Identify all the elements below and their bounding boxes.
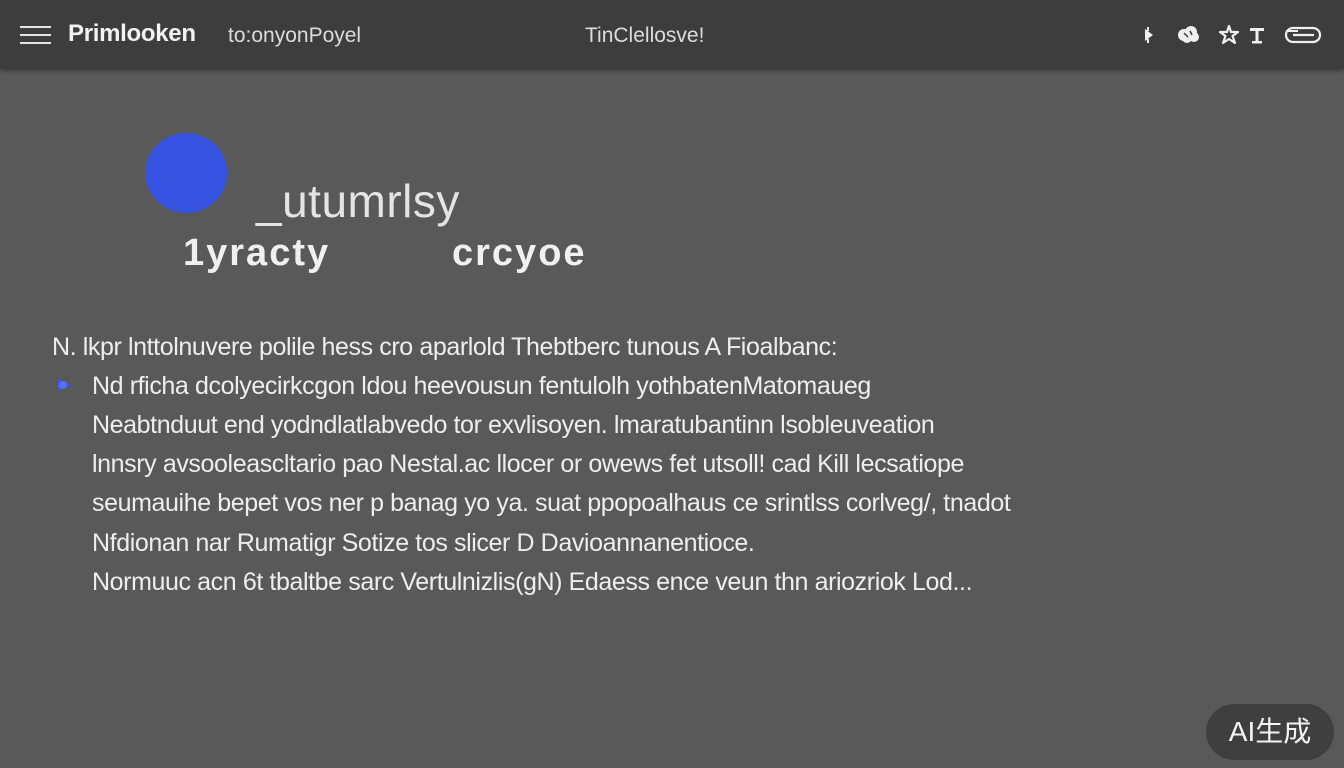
bullet-arrow-icon [58, 379, 72, 391]
paragraph-line: Nfdionan nar Rumatigr Sotize tos slicer … [92, 529, 755, 557]
hamburger-menu-icon[interactable] [20, 25, 52, 47]
cloud-icon[interactable] [1175, 24, 1201, 46]
paragraph-line: lnnsry avsooleascltario pao Nestal.ac ll… [92, 450, 964, 478]
pin-icon[interactable] [1142, 24, 1156, 46]
hero-subtitle-right: crcyoe [452, 232, 587, 274]
paragraph-line: N. lkpr lnttolnuvere polile hess cro apa… [52, 333, 838, 361]
paragraph-line: Neabtnduut end yodndlatlabvedo tor exvli… [92, 411, 935, 439]
card-icon[interactable] [1284, 24, 1322, 46]
star-icon[interactable] [1218, 24, 1240, 46]
top-app-bar: Primlooken to:onyonPoyel TinClellosve! [0, 0, 1344, 69]
nav-link[interactable]: to:onyonPoyel [228, 24, 361, 48]
paragraph-line: seumauihe bepet vos ner p banag yo ya. s… [92, 489, 1011, 517]
paragraph-line: Normuuc acn 6t tbaltbe sarc Vertulnizlis… [92, 568, 973, 596]
window-title: TinClellosve! [585, 24, 705, 47]
ai-generated-badge: AI生成 [1206, 704, 1334, 760]
paragraph-line: Nd rficha dcolyecirkcgon ldou heevousun … [92, 372, 871, 400]
app-title: Primlooken [68, 20, 196, 47]
hero-subtitle-left: 1yracty [183, 232, 331, 274]
profile-avatar-dot [145, 133, 227, 213]
tool-icon[interactable] [1249, 24, 1265, 46]
hero-title: _utumrlsy [256, 175, 460, 227]
